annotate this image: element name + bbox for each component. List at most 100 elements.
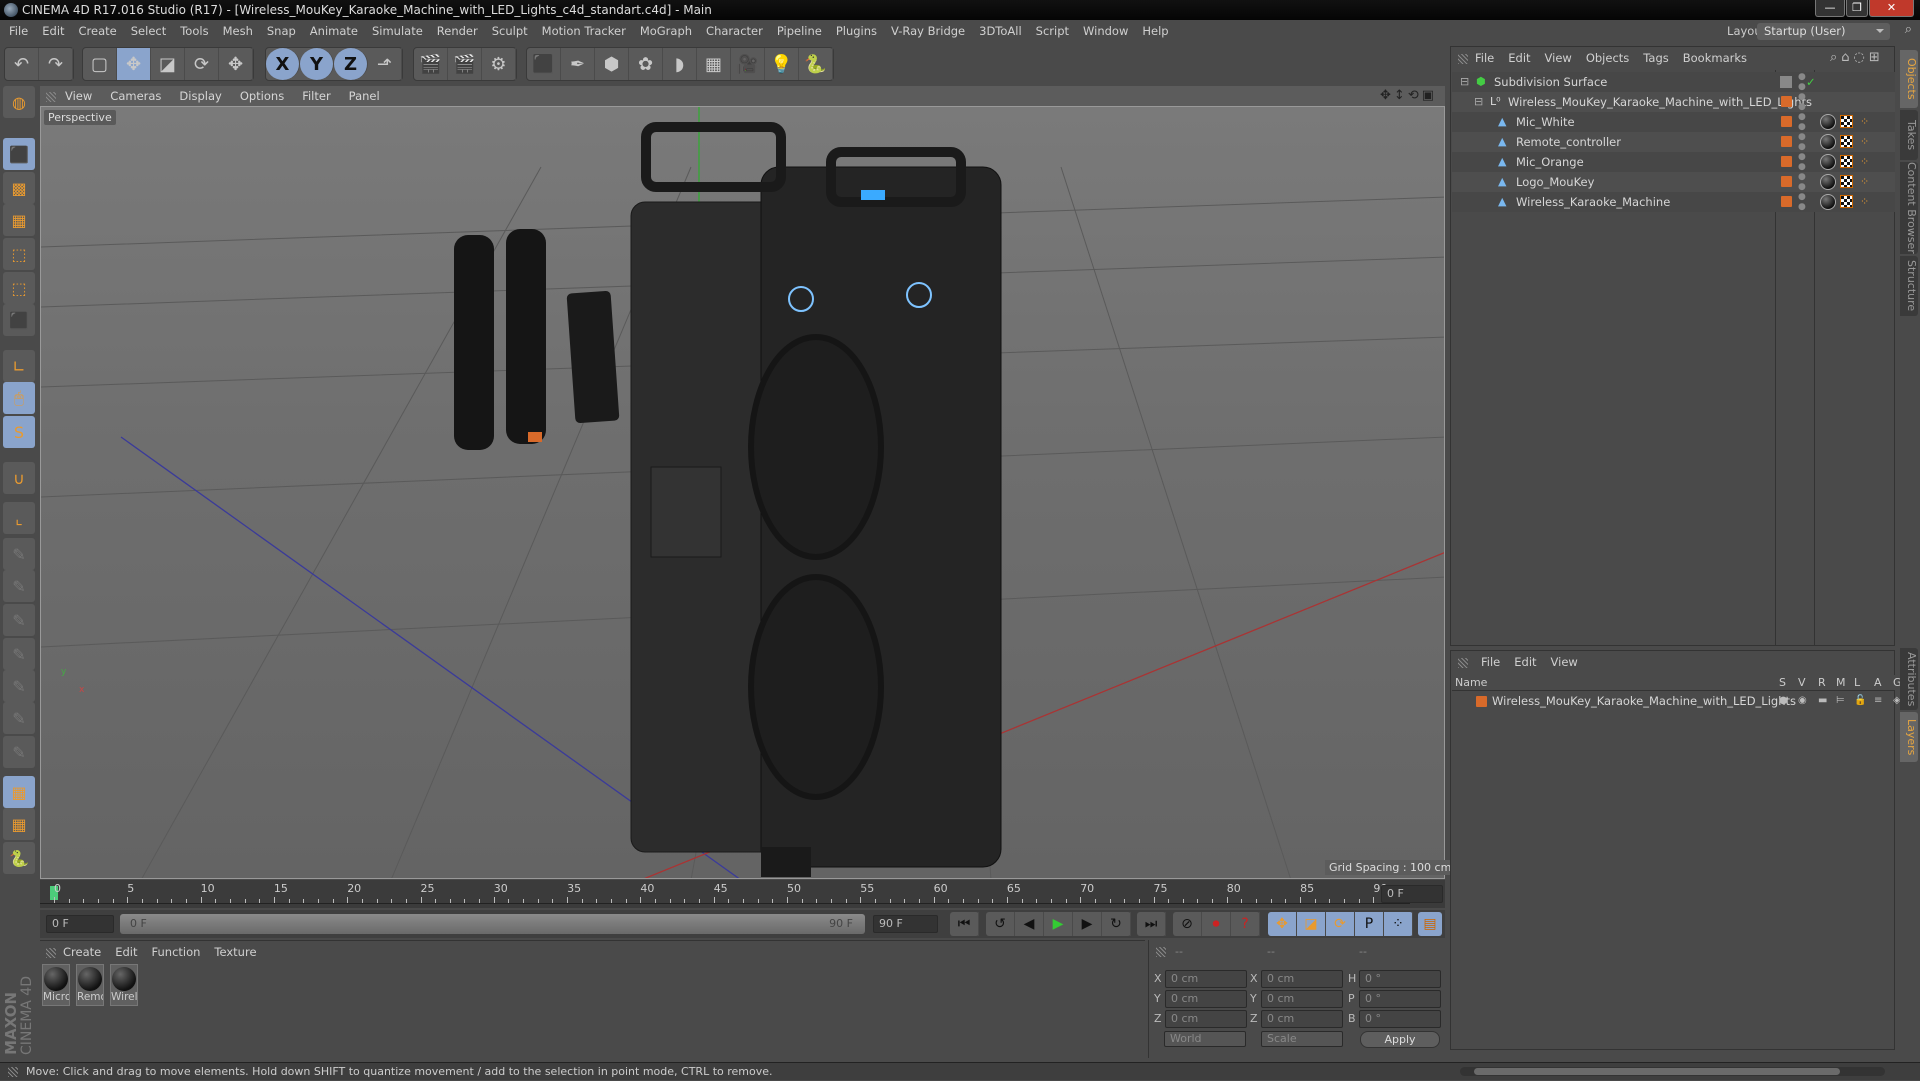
layer-column-a[interactable]: A	[1874, 676, 1882, 689]
layer-column-m[interactable]: M	[1836, 676, 1846, 689]
move-icon[interactable]: ✥	[117, 48, 151, 80]
layer-column-s[interactable]: S	[1779, 676, 1786, 689]
x-axis-lock-icon[interactable]: X	[266, 48, 300, 80]
menu-3dtoall[interactable]: 3DToAll	[972, 20, 1029, 42]
visibility-dots-icon[interactable]: ● ●	[1798, 112, 1806, 132]
make-editable-icon[interactable]: ◍	[3, 86, 35, 118]
lm-menu-view[interactable]: View	[1544, 655, 1585, 669]
material-tag-icon[interactable]	[1820, 154, 1836, 170]
om-home-icon[interactable]: ⌂	[1841, 50, 1853, 65]
material-menu-create[interactable]: Create	[56, 942, 108, 962]
visibility-dots-icon[interactable]: ● ●	[1798, 172, 1806, 192]
brush-psr-icon[interactable]: ✎	[3, 638, 35, 670]
lm-menu-file[interactable]: File	[1474, 655, 1507, 669]
tweak-mode-icon[interactable]: 🖱	[3, 382, 35, 414]
viewport-menu-cameras[interactable]: Cameras	[101, 86, 170, 106]
menu-simulate[interactable]: Simulate	[365, 20, 430, 42]
manager-icon[interactable]: ⊨	[1836, 692, 1845, 710]
object-row[interactable]: ⊟ ⬢ Subdivision Surface ✓ ● ●	[1452, 72, 1895, 92]
om-menu-view[interactable]: View	[1538, 48, 1579, 68]
edges-mode-icon[interactable]: ⬚	[3, 272, 35, 304]
menu-character[interactable]: Character	[699, 20, 770, 42]
menu-render[interactable]: Render	[430, 20, 485, 42]
object-name[interactable]: Mic_White	[1516, 112, 1575, 132]
texture-mode-icon[interactable]: ▩	[3, 172, 35, 204]
frame-range-slider[interactable]: 0 F 90 F	[120, 914, 865, 934]
menu-help[interactable]: Help	[1135, 20, 1175, 42]
menu-script[interactable]: Script	[1029, 20, 1076, 42]
layer-column-v[interactable]: V	[1798, 676, 1806, 689]
solo-dot-icon[interactable]: ●	[1779, 692, 1788, 710]
python-icon[interactable]: 🐍	[799, 48, 833, 80]
solo-mode-icon[interactable]: S	[3, 416, 35, 448]
vertex-map-tag-icon[interactable]: ⁘	[1860, 172, 1869, 192]
side-tab-structure[interactable]: Structure	[1900, 256, 1918, 316]
menu-plugins[interactable]: Plugins	[829, 20, 884, 42]
collapse-toggle-icon[interactable]: ⊟	[1474, 92, 1483, 112]
workplane-mode-icon[interactable]: ▦	[3, 204, 35, 236]
menu-window[interactable]: Window	[1076, 20, 1135, 42]
remote-controller-model[interactable]	[566, 290, 620, 424]
rotate-view-icon[interactable]: ⟲	[1408, 88, 1422, 103]
camera-icon[interactable]: 🎥	[731, 48, 765, 80]
material-swatch[interactable]: Micro	[42, 964, 70, 1006]
brush-p-icon[interactable]: ✎	[3, 570, 35, 602]
layer-color-icon[interactable]	[1781, 196, 1792, 207]
viewport-menu-view[interactable]: View	[56, 86, 101, 106]
viewport-menu-display[interactable]: Display	[170, 86, 230, 106]
brush-target-icon[interactable]: ✎	[3, 670, 35, 702]
axis-mode-icon[interactable]: ∟	[3, 350, 35, 382]
redo-icon[interactable]: ↷	[39, 48, 73, 80]
viewport-menu-filter[interactable]: Filter	[293, 86, 339, 106]
uvw-tag-icon[interactable]	[1840, 155, 1853, 168]
move-view-icon[interactable]: ✥	[1380, 88, 1394, 103]
play-icon[interactable]: ▶	[1044, 912, 1073, 936]
render-settings-icon[interactable]: ⚙	[482, 48, 516, 80]
side-tab-layers[interactable]: Layers	[1900, 712, 1918, 762]
object-row[interactable]: ▲ Mic_White ● ● ⁘	[1452, 112, 1895, 132]
z-axis-lock-icon[interactable]: Z	[334, 48, 368, 80]
render-view-icon[interactable]: 🎬	[414, 48, 448, 80]
object-name[interactable]: Wireless_Karaoke_Machine	[1516, 192, 1670, 212]
material-menu-texture[interactable]: Texture	[207, 942, 263, 962]
apply-button[interactable]: Apply	[1360, 1031, 1440, 1048]
layer-column-r[interactable]: R	[1818, 676, 1826, 689]
deformer-icon[interactable]: ◗	[663, 48, 697, 80]
timeline-window-icon[interactable]: ▤	[1418, 912, 1442, 936]
minimize-button[interactable]: —	[1815, 0, 1845, 17]
layer-column-name[interactable]: Name	[1455, 676, 1487, 689]
view-eye-icon[interactable]: ◉	[1798, 692, 1807, 710]
camera-label[interactable]: Perspective	[44, 110, 116, 125]
vertex-map-tag-icon[interactable]: ⁘	[1860, 152, 1869, 172]
uvw-tag-icon[interactable]	[1840, 135, 1853, 148]
current-frame-field[interactable]: 0 F	[1381, 885, 1443, 903]
layer-color-icon[interactable]	[1781, 116, 1792, 127]
autokey-icon[interactable]: ⏺	[1202, 912, 1231, 936]
menu-motion-tracker[interactable]: Motion Tracker	[535, 20, 633, 42]
go-to-start-icon[interactable]: ⏮	[950, 912, 979, 936]
rotate-icon[interactable]: ⟳	[185, 48, 219, 80]
uvw-tag-icon[interactable]	[1840, 195, 1853, 208]
visibility-dots-icon[interactable]: ● ●	[1798, 132, 1806, 152]
material-menu-function[interactable]: Function	[145, 942, 208, 962]
coordinate-system-icon[interactable]: ⬏	[368, 48, 402, 80]
layer-color-icon[interactable]	[1781, 96, 1792, 107]
coord-value-field[interactable]: 0 °	[1359, 970, 1441, 988]
vertex-map-tag-icon[interactable]: ⁘	[1860, 192, 1869, 212]
visibility-dots-icon[interactable]: ● ●	[1798, 92, 1806, 112]
coord-value-field[interactable]: 0 cm	[1165, 990, 1247, 1008]
keyframe-selection-icon[interactable]: ?	[1231, 912, 1260, 936]
points-mode-icon[interactable]: ⬚	[3, 238, 35, 270]
menu-v-ray-bridge[interactable]: V-Ray Bridge	[884, 20, 972, 42]
coord-value-field[interactable]: 0 cm	[1165, 970, 1247, 988]
menu-select[interactable]: Select	[124, 20, 173, 42]
maximize-button[interactable]: ❐	[1846, 0, 1868, 17]
uvw-tag-icon[interactable]	[1840, 115, 1853, 128]
cube-primitive-icon[interactable]: ⬛	[527, 48, 561, 80]
om-menu-objects[interactable]: Objects	[1579, 48, 1636, 68]
menu-mesh[interactable]: Mesh	[216, 20, 260, 42]
brush-globe-icon[interactable]: ✎	[3, 702, 35, 734]
menu-snap[interactable]: Snap	[260, 20, 303, 42]
menu-edit[interactable]: Edit	[35, 20, 71, 42]
uvw-tag-icon[interactable]	[1840, 175, 1853, 188]
